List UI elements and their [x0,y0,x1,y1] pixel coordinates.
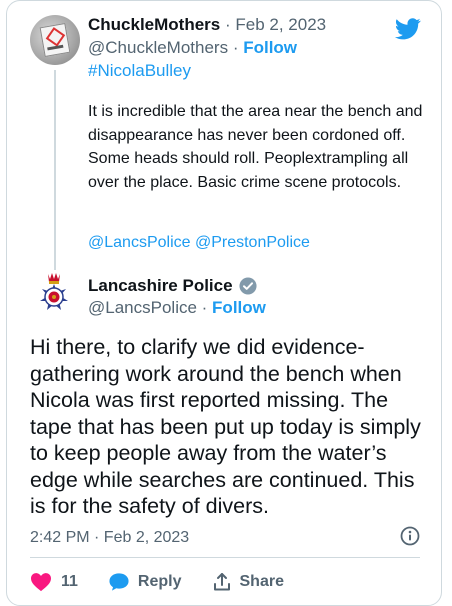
quoted-author-name[interactable]: ChuckleMothers · Feb 2, 2023 [88,15,326,35]
tweet-actions-bar: 11 Reply Share [30,570,284,594]
reply-author-name[interactable]: Lancashire Police [88,276,257,296]
quoted-mentions[interactable]: @LancsPolice @PrestonPolice [88,234,310,252]
reply-display-name[interactable]: Lancashire Police [88,276,233,296]
quoted-date: · Feb 2, 2023 [224,15,327,34]
quoted-handle[interactable]: @ChuckleMothers [88,38,228,57]
reply-handle[interactable]: @LancsPolice [88,298,197,317]
reply-tweet-body: Hi there, to clarify we did evidence-gat… [30,335,421,518]
twitter-bird-icon[interactable] [395,18,421,40]
verified-badge-icon [239,277,257,295]
chucklemothers-avatar[interactable] [30,15,80,65]
actions-divider [30,557,420,558]
thread-connector-line [54,70,56,270]
reply-handle-row: @LancsPolice · Follow [88,298,266,318]
lancashire-police-crest-icon[interactable] [30,270,78,320]
reply-separator: · [196,298,213,317]
quoted-separator: · [228,38,244,57]
reply-button[interactable]: Reply [108,572,182,592]
like-count: 11 [61,573,78,590]
reply-label: Reply [137,573,182,590]
quoted-hashtag-link[interactable]: #NicolaBulley [88,61,191,81]
info-icon[interactable] [400,526,420,546]
share-label: Share [239,573,284,590]
share-button[interactable]: Share [212,572,284,592]
like-button[interactable]: 11 [30,572,78,592]
speech-bubble-icon [109,573,129,591]
heart-icon [31,573,51,592]
share-icon [213,573,230,591]
tweet-timestamp[interactable]: 2:42 PM · Feb 2, 2023 [30,529,189,547]
quoted-display-name[interactable]: ChuckleMothers [88,15,220,34]
quoted-follow-button[interactable]: Follow [243,38,297,57]
quoted-tweet-body: It is incredible that the area near the … [88,103,423,191]
quoted-handle-row: @ChuckleMothers · Follow [88,38,297,58]
reply-follow-button[interactable]: Follow [212,298,266,317]
